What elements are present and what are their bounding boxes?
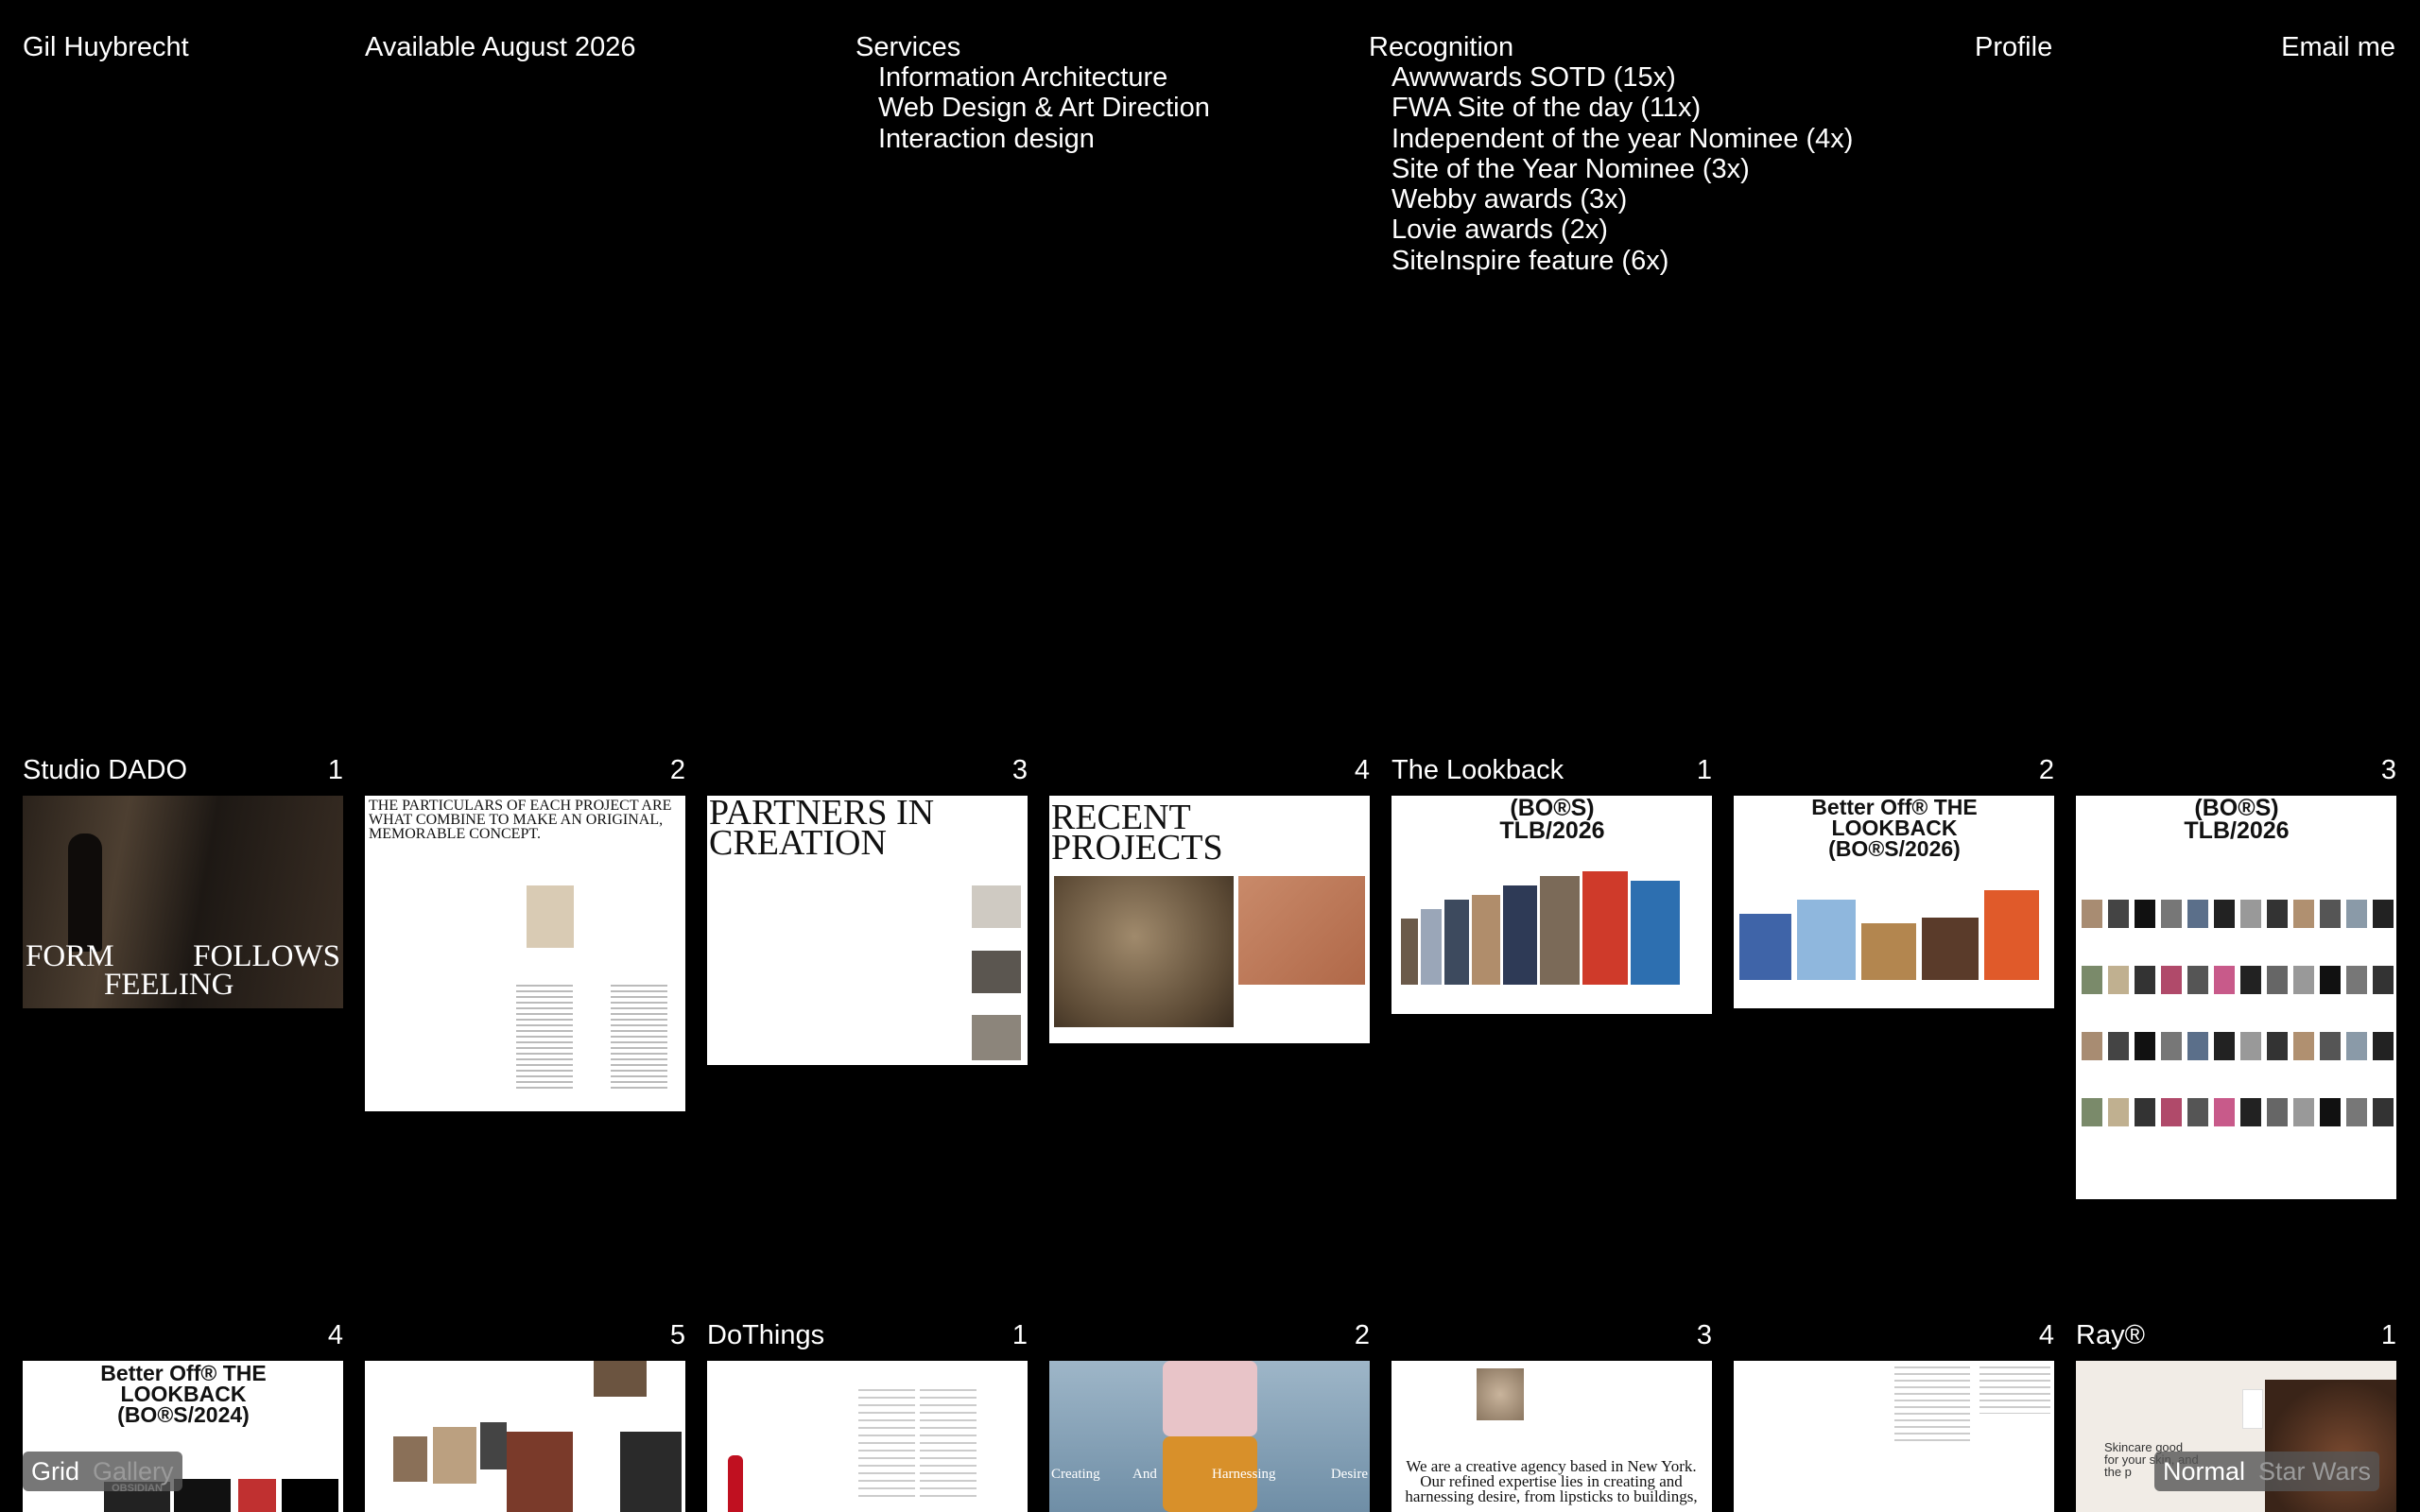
services-list: Information Architecture Web Design & Ar… [878, 62, 1210, 154]
project-tile-studio-dado-4[interactable]: 4 RECENT PROJECTS [1049, 755, 1370, 1048]
project-tile-studio-dado-1[interactable]: Studio DADO 1 FORM FOLLOWS FEELING [23, 755, 343, 1010]
project-tile-studio-dado-2[interactable]: 2 THE PARTICULARS OF EACH PROJECT ARE WH… [365, 755, 685, 1114]
image-index: 2 [1354, 1320, 1370, 1350]
screenshot-headline: Better Off® THE LOOKBACK (BO®S/2024) [100, 1361, 267, 1427]
screenshot-headline: PARTNERS IN CREATION [709, 796, 935, 863]
hero-word: And [1132, 1467, 1157, 1482]
project-screenshot: (BO®S) TLB/2026 [2076, 796, 2396, 1199]
star-wars-mode-button[interactable]: Star Wars [2258, 1456, 2371, 1486]
availability-status: Available August 2026 [365, 32, 636, 62]
screenshot-headline: (BO®S) TLB/2026 [1499, 796, 1605, 844]
project-tile-lookback-2[interactable]: 2 Better Off® THE LOOKBACK (BO®S/2026) [1734, 755, 2054, 1039]
screenshot-headline: (BO®S) TLB/2026 [2184, 796, 2290, 844]
project-screenshot: (BO®S) TLB/2026 [1392, 796, 1712, 1014]
service-item: Interaction design [878, 123, 1095, 154]
screenshot-headline: THE PARTICULARS OF EACH PROJECT ARE WHAT… [369, 798, 672, 842]
award-item: Awwwards SOTD (15x) [1392, 62, 1676, 93]
services-heading: Services [856, 32, 961, 62]
image-index: 5 [669, 1320, 685, 1350]
grid-view-button[interactable]: Grid [31, 1456, 79, 1486]
project-tile-lookback-3[interactable]: 3 (BO®S) TLB/2026 [2076, 755, 2396, 1209]
hero-word: Harnessing [1212, 1467, 1276, 1482]
image-index: 4 [2038, 1320, 2054, 1350]
image-index: 3 [2380, 755, 2396, 785]
recognition-heading: Recognition [1369, 32, 1514, 62]
award-item: Lovie awards (2x) [1392, 215, 1608, 246]
project-screenshot: THE PARTICULARS OF EACH PROJECT ARE WHAT… [365, 796, 685, 1111]
award-item: Independent of the year Nominee (4x) [1392, 123, 1854, 154]
profile-link[interactable]: Profile [1975, 32, 2052, 62]
image-index: 2 [2038, 755, 2054, 785]
project-screenshot: Better Off® THE LOOKBACK (BO®S/2026) [1734, 796, 2054, 1008]
email-link[interactable]: Email me [2281, 32, 2395, 62]
image-index: 1 [2380, 1320, 2396, 1350]
screenshot-headline: Better Off® THE LOOKBACK (BO®S/2026) [1811, 796, 1978, 861]
project-screenshot [365, 1361, 685, 1512]
site-owner-name[interactable]: Gil Huybrecht [23, 32, 189, 62]
hero-word: FOLLOWS [193, 939, 340, 973]
project-tile-lookback-1[interactable]: The Lookback 1 (BO®S) TLB/2026 [1392, 755, 1712, 1039]
gallery-view-button[interactable]: Gallery [93, 1456, 174, 1486]
project-screenshot: Creating And Harnessing Desire [1049, 1361, 1370, 1512]
project-screenshot: PARTNERS IN CREATION [707, 796, 1028, 1065]
image-index: 1 [1696, 755, 1712, 785]
hero-word: Desire [1330, 1467, 1368, 1482]
image-index: 2 [669, 755, 685, 785]
image-index: 4 [327, 1320, 343, 1350]
service-item: Web Design & Art Direction [878, 93, 1210, 124]
image-index: 3 [1011, 755, 1028, 785]
project-screenshot: We are a creative agency based in New Yo… [1392, 1361, 1712, 1512]
hero-word: Creating [1051, 1467, 1100, 1482]
view-toggle[interactable]: Grid Gallery [23, 1452, 182, 1491]
award-item: Webby awards (3x) [1392, 184, 1628, 215]
hero-word: FEELING [104, 968, 234, 1002]
image-index: 3 [1696, 1320, 1712, 1350]
award-item: Site of the Year Nominee (3x) [1392, 153, 1750, 184]
project-name: DoThings [707, 1320, 825, 1350]
mode-toggle[interactable]: Normal Star Wars [2154, 1452, 2380, 1491]
project-screenshot: FORM FOLLOWS FEELING [23, 796, 343, 1008]
award-item: FWA Site of the day (11x) [1392, 93, 1702, 124]
image-index: 1 [1011, 1320, 1028, 1350]
screenshot-text: We are a creative agency based in New Yo… [1405, 1457, 1698, 1505]
project-screenshot [1734, 1361, 2054, 1512]
project-screenshot: RECENT PROJECTS [1049, 796, 1370, 1043]
image-index: 4 [1354, 755, 1370, 785]
project-name: Studio DADO [23, 755, 188, 785]
project-name: Ray® [2076, 1320, 2145, 1350]
screenshot-headline: RECENT PROJECTS [1051, 798, 1223, 868]
project-tile-dothings-4[interactable]: 4 [1734, 1320, 2054, 1512]
award-item: SiteInspire feature (6x) [1392, 245, 1669, 276]
project-tile-lookback-5[interactable]: 5 [365, 1320, 685, 1512]
service-item: Information Architecture [878, 62, 1168, 93]
recognition-list: Awwwards SOTD (15x) FWA Site of the day … [1392, 62, 1853, 276]
hero-word: FORM [26, 939, 114, 973]
project-tile-studio-dado-3[interactable]: 3 PARTNERS IN CREATION [707, 755, 1028, 1067]
project-tile-dothings-3[interactable]: 3 We are a creative agency based in New … [1392, 1320, 1712, 1512]
project-screenshot [707, 1361, 1028, 1512]
project-tile-dothings-2[interactable]: 2 Creating And Harnessing Desire [1049, 1320, 1370, 1512]
normal-mode-button[interactable]: Normal [2163, 1456, 2245, 1486]
project-tile-dothings-1[interactable]: DoThings 1 [707, 1320, 1028, 1512]
image-index: 1 [327, 755, 343, 785]
project-name: The Lookback [1392, 755, 1564, 785]
